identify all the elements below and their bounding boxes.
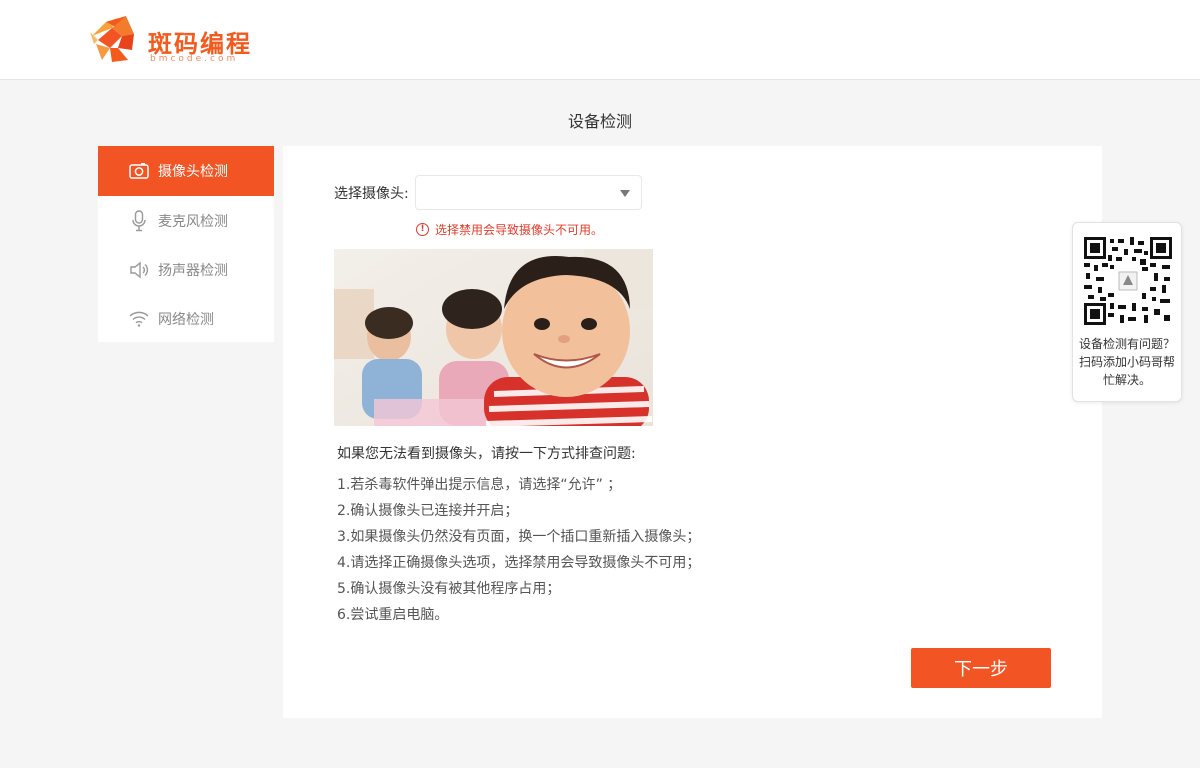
camera-warning: ! 选择禁用会导致摄像头不可用。 [416, 221, 603, 238]
qr-help-text: 设备检测有问题？ 扫码添加小码哥帮 忙解决。 [1077, 335, 1177, 389]
caret-down-icon [620, 190, 630, 197]
tip-item: 5.确认摄像头没有被其他程序占用； [337, 581, 561, 597]
tips-lead: 如果您无法看到摄像头，请按一下方式排查问题: [337, 446, 636, 462]
qr-help-line: 设备检测有问题？ [1078, 337, 1175, 351]
tip-item: 1.若杀毒软件弹出提示信息，请选择“允许” ； [337, 477, 622, 493]
sidebar-item-speaker[interactable]: 扬声器检测 [98, 245, 274, 294]
sidebar-item-network[interactable]: 网络检测 [98, 294, 274, 343]
sidebar-item-label: 摄像头检测 [158, 164, 228, 180]
brand-domain: bmcode.com [150, 54, 239, 64]
camera-select-label: 选择摄像头: [334, 186, 409, 202]
wifi-icon [128, 308, 150, 330]
page-title: 设备检测 [567, 112, 632, 131]
qr-code-icon [1084, 237, 1172, 325]
brand-logo[interactable]: 斑码编程 bmcode.com [88, 14, 250, 66]
sidebar-item-microphone[interactable]: 麦克风检测 [98, 196, 274, 245]
device-check-sidebar: 摄像头检测 麦克风检测 扬声器检测 网络检测 [98, 146, 274, 342]
troubleshoot-tips: 如果您无法看到摄像头，请按一下方式排查问题: 1.若杀毒软件弹出提示信息，请选择… [337, 443, 700, 628]
qr-help-line: 扫码添加小码哥帮 [1078, 355, 1175, 369]
tip-item: 4.请选择正确摄像头选项，选择禁用会导致摄像头不可用； [337, 555, 701, 571]
camera-preview-image [334, 249, 653, 426]
next-step-button[interactable]: 下一步 [911, 648, 1051, 688]
qr-help-line: 忙解决。 [1102, 373, 1151, 387]
tip-item: 2.确认摄像头已连接并开启； [337, 503, 519, 519]
warning-icon: ! [416, 223, 429, 236]
sidebar-item-label: 麦克风检测 [158, 213, 228, 230]
sidebar-item-label: 网络检测 [158, 311, 214, 328]
camera-check-panel: 选择摄像头: ! 选择禁用会导致摄像头不可用。 如果您无法看到摄像头，请按一下方… [283, 146, 1102, 718]
camera-warning-text: 选择禁用会导致摄像头不可用。 [435, 223, 604, 237]
help-qr-card[interactable]: 设备检测有问题？ 扫码添加小码哥帮 忙解决。 [1072, 222, 1182, 402]
camera-icon [128, 160, 150, 182]
camera-select[interactable] [415, 175, 642, 210]
tip-item: 3.如果摄像头仍然没有页面，换一个插口重新插入摄像头； [337, 529, 701, 545]
sidebar-item-label: 扬声器检测 [158, 262, 228, 279]
zebra-logo-icon [90, 16, 134, 62]
sidebar-item-camera[interactable]: 摄像头检测 [98, 146, 274, 196]
microphone-icon [128, 209, 150, 232]
speaker-icon [128, 259, 150, 281]
tip-item: 6.尝试重启电脑。 [337, 607, 449, 623]
top-header: 斑码编程 bmcode.com [0, 0, 1200, 80]
